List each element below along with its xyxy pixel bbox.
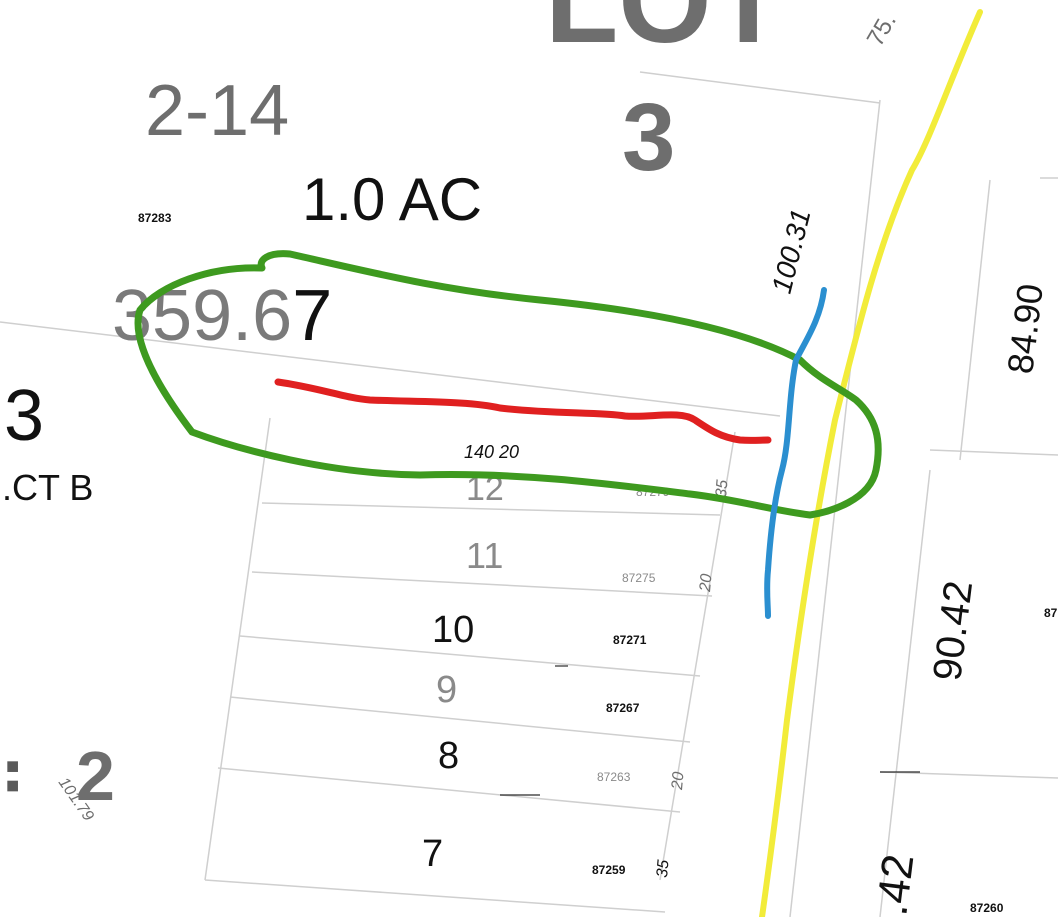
lot-7-parcel: 87259: [592, 863, 626, 877]
segment-dimension-label: 140 20: [464, 442, 519, 462]
subdivision-west-line: [204, 417, 271, 881]
left-edge-tract-label: .CT B: [2, 467, 93, 508]
dimension-100-31: 100.31: [766, 206, 817, 297]
east-parcel-line-b: [879, 469, 931, 917]
acreage-label: 1.0 AC: [302, 166, 482, 233]
lot-7-frontage: 35: [654, 859, 672, 878]
parcel-map: LOT 3 2-14 1.0 AC 87283 359.67 140 20 3 …: [0, 0, 1058, 917]
lot-11-frontage: 20: [697, 573, 716, 593]
east-row-line-2: [959, 179, 991, 461]
lot-line-7: [204, 879, 666, 913]
blue-line-annotation: [764, 287, 827, 619]
lot-8-frontage: 20: [669, 771, 688, 791]
parcel-id-label: 2-14: [145, 71, 289, 151]
lot-9-parcel: 87267: [606, 701, 640, 715]
main-dimension-black: 7: [292, 276, 332, 356]
east-parcel-line-c: [879, 771, 1058, 779]
lot-7-number: 7: [422, 833, 443, 875]
lot-10-number: 10: [432, 609, 474, 651]
parcel-number-87260: 87260: [970, 901, 1004, 915]
lot-line-top-diagonal: [639, 71, 881, 104]
parcel-number-right-edge: 87: [1044, 606, 1058, 620]
left-edge-number: 3: [4, 376, 44, 456]
east-parcel-line-a: [929, 449, 1058, 456]
lot-number-label: 3: [622, 84, 675, 191]
dimension-90-42: 90.42: [925, 578, 981, 683]
dimension-75: 75.: [862, 9, 902, 51]
lot-word-label: LOT: [545, 0, 785, 68]
lot-8-number: 8: [438, 735, 459, 777]
lot-11-parcel: 87275: [622, 571, 656, 585]
road-centerline: [759, 9, 983, 917]
lot-11-number: 11: [466, 535, 503, 576]
lower-left-marks: ■ ■: [1, 760, 26, 793]
dimension-84-90: 84.90: [999, 282, 1051, 376]
lot-10-parcel: 87271: [613, 633, 647, 647]
dimension-42-bottom: .42: [867, 852, 923, 917]
parcel-number-87283: 87283: [138, 211, 172, 225]
lot-9-number: 9: [436, 669, 457, 711]
red-line-annotation: [274, 378, 772, 444]
lot-8-parcel: 87263: [597, 770, 631, 784]
